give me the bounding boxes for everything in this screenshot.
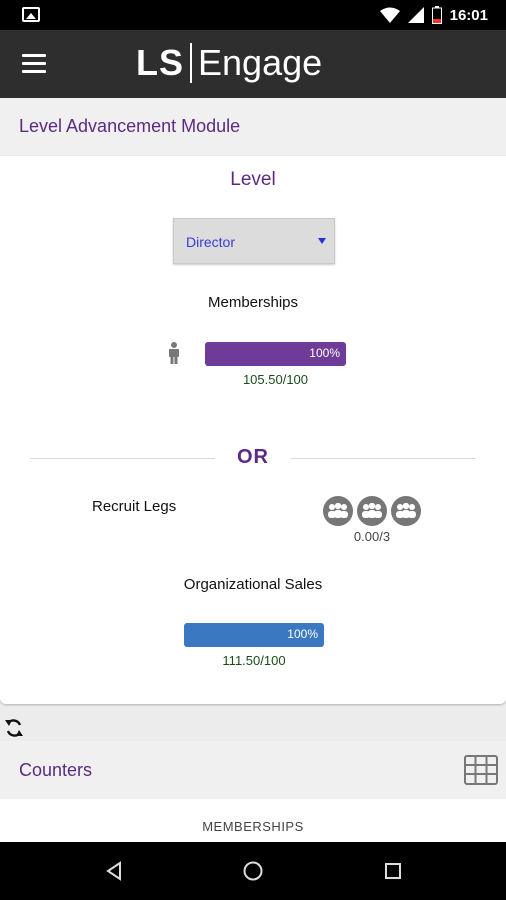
level-module-header: Level Advancement Module <box>0 98 506 156</box>
counters-body: MEMBERSHIPS <box>0 799 506 842</box>
counters-header: Counters <box>0 741 506 799</box>
counters-title: Counters <box>19 760 93 780</box>
back-icon[interactable] <box>102 859 126 883</box>
recruit-legs-icons <box>323 496 421 526</box>
status-icons: 16:01 <box>379 5 488 25</box>
wifi-icon <box>379 7 400 23</box>
level-dropdown-value: Director <box>186 234 236 250</box>
recents-icon[interactable] <box>381 859 405 883</box>
logo-engage: Engage <box>198 42 323 83</box>
level-dropdown[interactable]: Director <box>173 218 335 264</box>
navigation-bar <box>0 842 506 900</box>
org-sales-progress-bar: 100% <box>184 623 324 647</box>
org-sales-progress-percent: 100% <box>287 627 318 641</box>
counters-memberships-label: MEMBERSHIPS <box>202 819 304 834</box>
home-icon[interactable] <box>241 859 265 883</box>
main-content[interactable]: Level Advancement Module Level Director … <box>0 98 506 842</box>
group-icon <box>323 496 353 526</box>
org-sales-label: Organizational Sales <box>183 576 323 593</box>
group-icon <box>357 496 387 526</box>
group-icon <box>391 496 421 526</box>
table-icon[interactable] <box>464 755 498 785</box>
memberships-progress-percent: 100% <box>309 346 340 360</box>
memberships-progress-value: 105.50/100 <box>242 372 309 387</box>
level-title: Level <box>230 169 276 190</box>
app-bar: LS Engage <box>0 30 506 98</box>
status-bar: 16:01 <box>0 0 506 30</box>
person-icon <box>169 342 179 364</box>
app-logo: LS Engage <box>136 42 322 84</box>
level-card: Level Director Memberships 100% 105.50/1… <box>0 156 506 704</box>
caret-down-icon <box>318 238 326 244</box>
recruit-legs-label: Recruit Legs <box>92 498 177 515</box>
status-time: 16:01 <box>449 6 488 24</box>
battery-icon <box>431 6 442 24</box>
logo-separator <box>190 43 193 83</box>
memberships-progress-bar: 100% <box>205 342 346 366</box>
refresh-icon[interactable] <box>4 718 24 738</box>
org-sales-progress-value: 111.50/100 <box>222 653 286 668</box>
recruit-legs-value: 0.00/3 <box>353 529 391 544</box>
or-text: OR <box>237 446 269 468</box>
or-divider: OR <box>30 446 476 470</box>
memberships-label: Memberships <box>207 294 299 311</box>
level-module-title: Level Advancement Module <box>19 116 241 136</box>
menu-icon[interactable] <box>22 54 46 74</box>
signal-icon <box>407 7 424 23</box>
image-icon <box>22 7 40 22</box>
logo-ls: LS <box>136 42 185 83</box>
